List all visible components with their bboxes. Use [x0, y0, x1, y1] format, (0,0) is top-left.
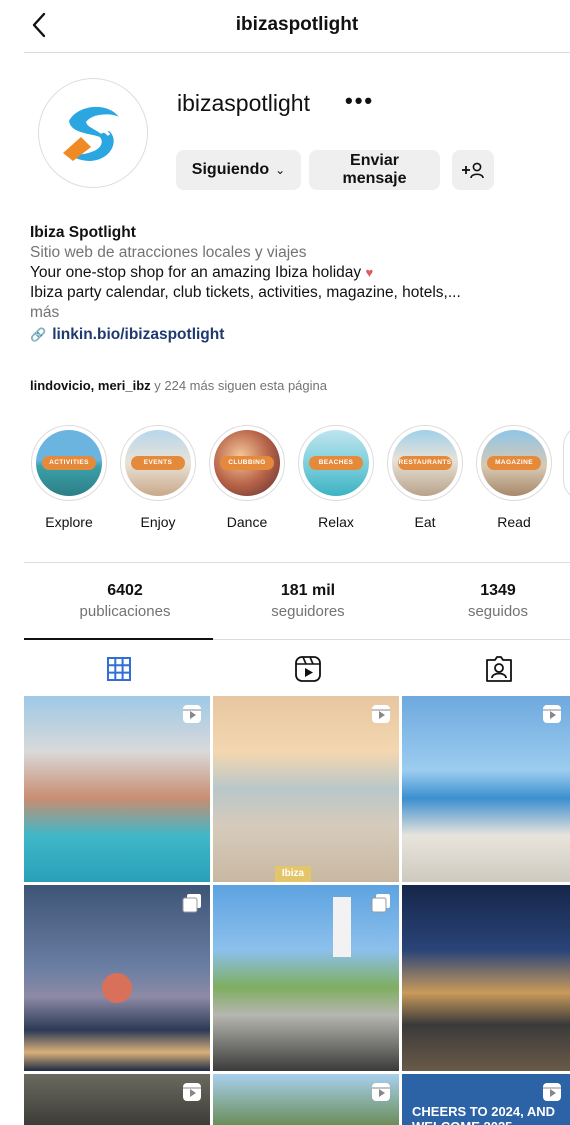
chevron-down-icon: ⌄ [275, 163, 286, 177]
post-tile[interactable] [24, 696, 210, 882]
tile-caption: CHEERS TO 2024, AND WELCOME 2025 [412, 1104, 556, 1125]
reels-icon [372, 1083, 390, 1101]
category: Sitio web de atracciones locales y viaje… [30, 244, 307, 261]
bio-link[interactable]: linkin.bio/ibizaspotlight [52, 326, 224, 343]
post-tile[interactable] [24, 1074, 210, 1125]
heart-hands-icon: ♥ [365, 265, 374, 280]
following-label: Siguiendo [191, 161, 270, 178]
grid-icon[interactable] [104, 654, 134, 684]
stat-label: publicaciones [79, 603, 171, 620]
stat-followers[interactable]: 181 mil seguidores [228, 582, 388, 620]
highlight-eat[interactable]: RESTAURANTS Eat [385, 425, 465, 530]
reels-icon [183, 1083, 201, 1101]
carousel-icon [371, 894, 390, 913]
bio-link-row[interactable]: 🔗 linkin.bio/ibizaspotlight [30, 325, 565, 345]
post-tile[interactable] [213, 885, 399, 1071]
more-options-icon[interactable]: ••• [345, 88, 374, 114]
highlight-enjoy[interactable]: EVENTS Enjoy [118, 425, 198, 530]
highlight-relax[interactable]: BEACHES Relax [296, 425, 376, 530]
highlight-badge: ACTIVITIES [42, 456, 96, 470]
link-icon: 🔗 [30, 327, 47, 342]
post-tile[interactable] [402, 885, 570, 1071]
highlight-badge: CLUBBING [220, 456, 274, 470]
more-link[interactable]: más [30, 303, 565, 323]
stat-label: seguidores [271, 603, 345, 620]
highlight-badge: MAGAZINE [487, 456, 541, 470]
highlight-badge: EVENTS [131, 456, 185, 470]
active-tab-indicator [24, 638, 213, 640]
highlight-label: Read [497, 514, 531, 530]
highlight-label: Dance [226, 514, 268, 530]
followed-by-users[interactable]: lindovicio, meri_ibz [30, 378, 151, 393]
display-name: Ibiza Spotlight [30, 224, 136, 241]
reels-icon [183, 705, 201, 723]
highlight-label: Eat [414, 514, 436, 530]
highlight-label: Explore [45, 514, 93, 530]
reels-icon [543, 1083, 561, 1101]
post-tile[interactable] [213, 1074, 399, 1125]
post-tile[interactable]: Ibiza [213, 696, 399, 882]
back-arrow-icon[interactable] [24, 8, 54, 42]
bio-line-2: Ibiza party calendar, club tickets, acti… [30, 284, 461, 301]
suggest-people-button[interactable] [452, 150, 494, 190]
bio-line-1: Your one-stop shop for an amazing Ibiza … [30, 263, 565, 283]
stat-value: 181 mil [280, 582, 336, 599]
page-title: ibizaspotlight [235, 14, 359, 35]
top-bar: ibizaspotlight [24, 0, 570, 53]
profile-username: ibizaspotlight [177, 90, 310, 116]
stat-posts[interactable]: 6402 publicaciones [45, 582, 205, 620]
reels-icon[interactable] [293, 654, 323, 684]
add-person-icon [462, 162, 484, 179]
following-button[interactable]: Siguiendo ⌄ [176, 150, 301, 190]
post-tile[interactable] [402, 696, 570, 882]
lighthouse-shape [333, 897, 351, 957]
stat-value: 6402 [107, 582, 143, 599]
divider [24, 562, 570, 563]
followed-by[interactable]: lindovicio, meri_ibz y 224 más siguen es… [30, 378, 327, 393]
stat-following[interactable]: 1349 seguidos [418, 582, 570, 620]
stat-value: 1349 [480, 582, 516, 599]
send-message-button[interactable]: Enviar mensaje [309, 150, 440, 190]
highlight-badge: BEACHES [309, 456, 363, 470]
post-tile[interactable] [24, 885, 210, 1071]
tile-caption: Ibiza [275, 866, 311, 882]
highlight-label: Relax [318, 514, 354, 530]
bio-line-1-text: Your one-stop shop for an amazing Ibiza … [30, 264, 362, 281]
highlight-dance[interactable]: CLUBBING Dance [207, 425, 287, 530]
highlight-explore[interactable]: ACTIVITIES Explore [29, 425, 109, 530]
highlight-label: Enjoy [140, 514, 176, 530]
carousel-icon [182, 894, 201, 913]
moon-shape [102, 973, 132, 1003]
send-message-label: Enviar mensaje [342, 152, 407, 187]
tagged-icon[interactable] [484, 654, 514, 684]
bio: Ibiza Spotlight Sitio web de atracciones… [30, 223, 565, 345]
stat-label: seguidos [467, 603, 529, 620]
avatar[interactable] [38, 78, 148, 188]
highlight-read[interactable]: MAGAZINE Read [474, 425, 554, 530]
followed-by-rest: y 224 más siguen esta página [150, 378, 327, 393]
brand-logo-icon [48, 88, 138, 178]
post-tile[interactable]: CHEERS TO 2024, AND WELCOME 2025 [402, 1074, 570, 1125]
reels-icon [372, 705, 390, 723]
highlight-next-peek[interactable] [563, 425, 570, 501]
reels-icon [543, 705, 561, 723]
highlight-badge: RESTAURANTS [398, 456, 452, 470]
